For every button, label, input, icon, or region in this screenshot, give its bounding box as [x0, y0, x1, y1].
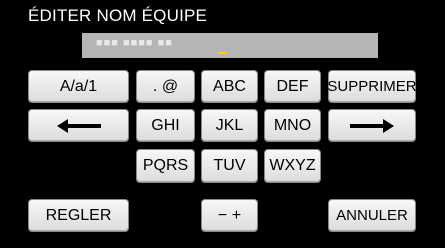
tuv-key[interactable]: TUV: [201, 149, 258, 183]
cursor-left-button[interactable]: [28, 109, 129, 142]
right-arrow-icon: [350, 118, 394, 133]
screen-title: ÉDITER NOM ÉQUIPE: [28, 6, 208, 25]
entry-value: ■■■ ■■■■ ■■: [96, 37, 173, 49]
left-arrow-icon: [56, 118, 101, 133]
mno-key[interactable]: MNO: [264, 109, 321, 142]
wxyz-key[interactable]: WXYZ: [264, 149, 321, 183]
delete-button[interactable]: SUPPRIMER: [327, 70, 417, 103]
jkl-key[interactable]: JKL: [201, 109, 258, 142]
def-key[interactable]: DEF: [264, 70, 321, 103]
pqrs-key[interactable]: PQRS: [136, 149, 195, 183]
keyboard-screen: ÉDITER NOM ÉQUIPE ■■■ ■■■■ ■■ A/a/1 . @ …: [0, 0, 445, 248]
cancel-button[interactable]: ANNULER: [328, 199, 416, 232]
minus-plus-key[interactable]: − +: [201, 199, 258, 232]
set-button[interactable]: REGLER: [28, 199, 129, 232]
name-entry-field[interactable]: ■■■ ■■■■ ■■: [82, 33, 378, 58]
punctuation-key[interactable]: . @: [136, 70, 195, 103]
cursor-right-button[interactable]: [328, 109, 416, 142]
ghi-key[interactable]: GHI: [136, 109, 195, 142]
abc-key[interactable]: ABC: [201, 70, 258, 103]
text-cursor: [218, 52, 227, 54]
mode-key[interactable]: A/a/1: [28, 70, 129, 103]
